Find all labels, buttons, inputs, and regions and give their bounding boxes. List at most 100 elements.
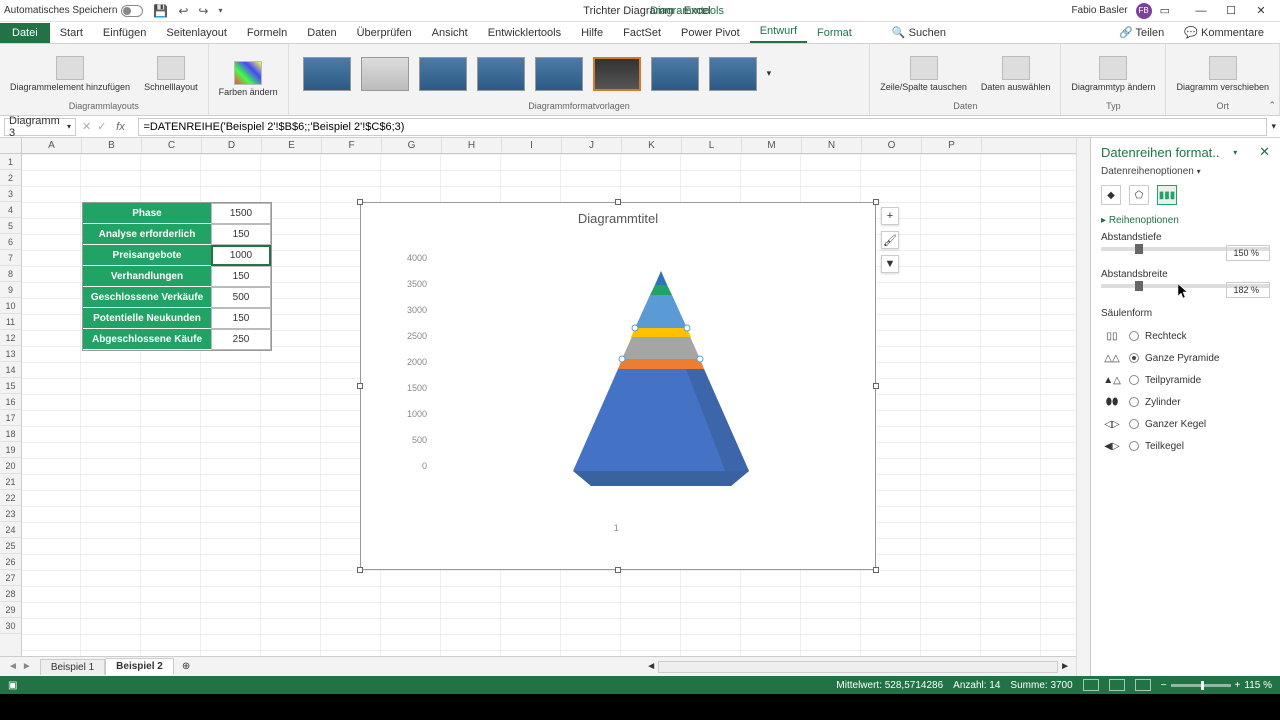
fx-icon[interactable]: fx <box>112 121 128 133</box>
quick-layout-button[interactable]: Schnelllayout <box>140 54 202 94</box>
col-A[interactable]: A <box>22 138 82 153</box>
share-button[interactable]: 🔗 Teilen <box>1111 22 1172 43</box>
sheet-nav-next-icon[interactable]: ► <box>22 661 32 672</box>
row-header[interactable]: 24 <box>0 522 21 538</box>
resize-handle[interactable] <box>357 567 363 573</box>
pyramid-chart-icon[interactable] <box>551 271 771 521</box>
table-label-cell[interactable]: Verhandlungen <box>83 266 211 287</box>
radio-icon[interactable] <box>1129 397 1139 407</box>
chart-filters-button[interactable]: ▼ <box>881 255 899 273</box>
table-row[interactable]: Potentielle Neukunden150 <box>83 308 271 329</box>
row-header[interactable]: 5 <box>0 218 21 234</box>
fill-line-tab-icon[interactable]: ◆ <box>1101 185 1121 205</box>
zoom-out-icon[interactable]: − <box>1161 680 1167 691</box>
row-header[interactable]: 26 <box>0 554 21 570</box>
collapse-ribbon-icon[interactable]: ⌃ <box>1268 100 1276 111</box>
effects-tab-icon[interactable]: ⬠ <box>1129 185 1149 205</box>
col-N[interactable]: N <box>802 138 862 153</box>
row-header[interactable]: 29 <box>0 602 21 618</box>
page-break-view-icon[interactable] <box>1135 679 1151 691</box>
normal-view-icon[interactable] <box>1083 679 1099 691</box>
col-J[interactable]: J <box>562 138 622 153</box>
gap-width-input[interactable]: 182 % <box>1226 282 1270 298</box>
move-chart-button[interactable]: Diagramm verschieben <box>1172 54 1273 94</box>
col-E[interactable]: E <box>262 138 322 153</box>
change-colors-button[interactable]: Farben ändern <box>215 59 282 99</box>
name-box[interactable]: Diagramm 3▾ <box>4 118 76 136</box>
tab-factset[interactable]: FactSet <box>613 23 671 43</box>
chart-style-3[interactable] <box>419 57 467 91</box>
vertical-scrollbar[interactable] <box>1076 138 1090 676</box>
col-K[interactable]: K <box>622 138 682 153</box>
tab-insert[interactable]: Einfügen <box>93 23 156 43</box>
record-macro-icon[interactable]: ▣ <box>8 680 17 691</box>
resize-handle[interactable] <box>873 567 879 573</box>
tab-design[interactable]: Entwurf <box>750 21 807 43</box>
tab-powerpivot[interactable]: Power Pivot <box>671 23 750 43</box>
pane-dropdown-icon[interactable]: ▾ <box>1233 148 1237 157</box>
table-row[interactable]: Analyse erforderlich150 <box>83 224 271 245</box>
chart-plot-area[interactable]: 40003500300025002000150010005000 <box>391 253 855 529</box>
row-header[interactable]: 30 <box>0 618 21 634</box>
col-I[interactable]: I <box>502 138 562 153</box>
table-label-cell[interactable]: Potentielle Neukunden <box>83 308 211 329</box>
table-value-cell[interactable]: 150 <box>211 308 271 329</box>
pane-close-button[interactable]: ✕ <box>1259 144 1270 160</box>
search-button[interactable]: 🔍 Suchen <box>882 22 956 43</box>
maximize-button[interactable]: ☐ <box>1216 1 1246 21</box>
table-row[interactable]: Phase1500 <box>83 203 271 224</box>
shape-option[interactable]: ◀▷Teilkegel <box>1101 437 1270 455</box>
tab-data[interactable]: Daten <box>297 23 346 43</box>
pane-subtitle[interactable]: Datenreihenoptionen <box>1101 166 1194 177</box>
shape-option[interactable]: △△Ganze Pyramide <box>1101 349 1270 367</box>
row-header[interactable]: 9 <box>0 282 21 298</box>
col-G[interactable]: G <box>382 138 442 153</box>
row-header[interactable]: 6 <box>0 234 21 250</box>
formula-input[interactable] <box>138 118 1267 136</box>
row-header[interactable]: 10 <box>0 298 21 314</box>
row-header[interactable]: 3 <box>0 186 21 202</box>
table-value-cell[interactable]: 1000 <box>211 245 271 266</box>
series-options-tab-icon[interactable]: ▮▮▮ <box>1157 185 1177 205</box>
resize-handle[interactable] <box>615 199 621 205</box>
user-avatar[interactable]: FB <box>1136 3 1152 19</box>
row-header[interactable]: 17 <box>0 410 21 426</box>
col-D[interactable]: D <box>202 138 262 153</box>
chart-object[interactable]: + 🖌 ▼ Diagrammtitel 40003500300025002000… <box>360 202 876 570</box>
autosave-toggle[interactable]: Automatisches Speichern <box>4 5 143 17</box>
row-header[interactable]: 2 <box>0 170 21 186</box>
resize-handle[interactable] <box>357 199 363 205</box>
sheet-tab[interactable]: Beispiel 1 <box>40 659 105 675</box>
table-value-cell[interactable]: 150 <box>211 224 271 245</box>
zoom-control[interactable]: − + 115 % <box>1161 680 1272 691</box>
switch-row-col-button[interactable]: Zeile/Spalte tauschen <box>876 54 971 94</box>
row-header[interactable]: 14 <box>0 362 21 378</box>
tab-formulas[interactable]: Formeln <box>237 23 297 43</box>
cancel-formula-icon[interactable]: ✕ <box>82 120 91 133</box>
col-P[interactable]: P <box>922 138 982 153</box>
row-header[interactable]: 16 <box>0 394 21 410</box>
tab-start[interactable]: Start <box>50 23 93 43</box>
col-F[interactable]: F <box>322 138 382 153</box>
table-value-cell[interactable]: 250 <box>211 329 271 350</box>
row-header[interactable]: 18 <box>0 426 21 442</box>
tab-review[interactable]: Überprüfen <box>347 23 422 43</box>
table-row[interactable]: Geschlossene Verkäufe500 <box>83 287 271 308</box>
redo-icon[interactable]: ↪ <box>198 4 208 18</box>
row-header[interactable]: 12 <box>0 330 21 346</box>
chart-style-8[interactable] <box>709 57 757 91</box>
zoom-in-icon[interactable]: + <box>1235 680 1241 691</box>
save-icon[interactable]: 💾 <box>153 4 168 18</box>
chart-style-6[interactable] <box>593 57 641 91</box>
accept-formula-icon[interactable]: ✓ <box>97 120 106 133</box>
table-label-cell[interactable]: Geschlossene Verkäufe <box>83 287 211 308</box>
table-label-cell[interactable]: Preisangebote <box>83 245 211 266</box>
table-label-cell[interactable]: Analyse erforderlich <box>83 224 211 245</box>
gap-depth-input[interactable]: 150 % <box>1226 245 1270 261</box>
table-value-cell[interactable]: 500 <box>211 287 271 308</box>
table-value-cell[interactable]: 1500 <box>211 203 271 224</box>
shape-option[interactable]: ◁▷Ganzer Kegel <box>1101 415 1270 433</box>
select-all-corner[interactable] <box>0 138 22 153</box>
table-row[interactable]: Verhandlungen150 <box>83 266 271 287</box>
tab-view[interactable]: Ansicht <box>422 23 478 43</box>
